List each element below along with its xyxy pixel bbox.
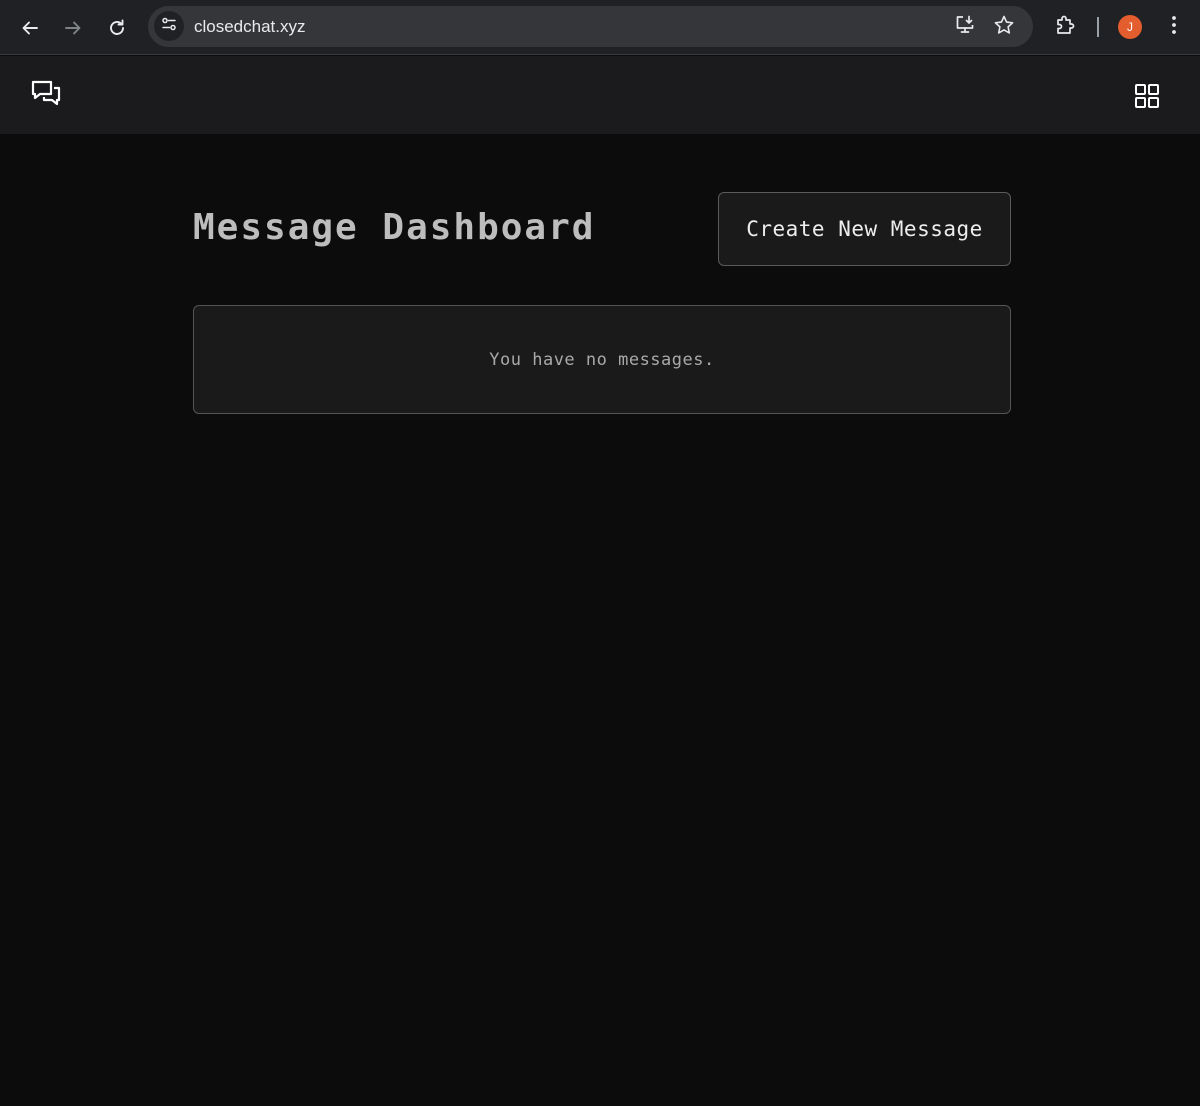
puzzle-icon [1053,13,1077,42]
site-info-button[interactable] [154,11,184,41]
main-content: Message Dashboard Create New Message You… [0,134,1200,1106]
kebab-menu-icon [1162,13,1186,42]
chat-bubbles-icon [30,80,62,115]
install-app-button[interactable] [954,14,976,41]
forward-button[interactable] [59,14,87,42]
back-button[interactable] [16,14,44,42]
bookmark-button[interactable] [993,14,1015,41]
extensions-button[interactable] [1052,14,1078,40]
reload-icon [107,18,127,38]
reload-button[interactable] [103,14,131,42]
toolbar-separator [1097,17,1099,37]
browser-menu-button[interactable] [1161,14,1187,40]
forward-arrow-icon [63,18,83,38]
star-icon [993,14,1015,41]
site-settings-icon [160,15,178,38]
page-title: Message Dashboard [193,207,596,248]
grid-icon [1134,84,1160,113]
apps-menu-button[interactable] [1134,83,1160,109]
address-bar[interactable]: closedchat.xyz [148,6,1033,47]
install-app-icon [954,14,976,41]
url-text[interactable]: closedchat.xyz [194,16,306,37]
create-new-message-button[interactable]: Create New Message [718,192,1011,266]
app-logo-button[interactable] [30,79,62,111]
profile-avatar[interactable]: J [1118,15,1142,39]
app-header [0,56,1200,134]
messages-list-empty: You have no messages. [193,305,1011,414]
empty-state-text: You have no messages. [489,349,715,370]
browser-toolbar: closedchat.xyz J [0,0,1200,55]
back-arrow-icon [20,18,40,38]
